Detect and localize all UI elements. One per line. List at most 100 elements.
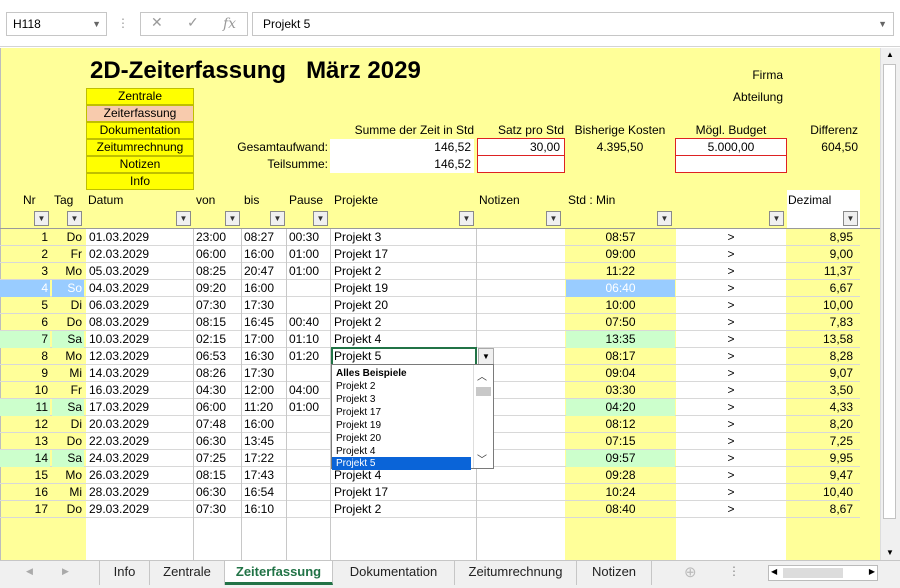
cell-von[interactable]: 02:15 (194, 331, 241, 348)
filter-dropdown-icon[interactable]: ▼ (546, 211, 561, 226)
cell-pause[interactable]: 01:10 (287, 331, 330, 348)
cell-bis[interactable]: 20:47 (242, 263, 286, 280)
cell-datum[interactable]: 04.03.2029 (86, 280, 193, 297)
cell-projekt[interactable]: Projekt 20 (331, 297, 476, 314)
dropdown-item[interactable]: Projekt 20 (336, 432, 472, 445)
tab-info[interactable]: Info (100, 561, 150, 585)
cell-von[interactable]: 07:25 (194, 450, 241, 467)
dropdown-item[interactable]: Projekt 17 (336, 406, 472, 419)
cell-pause[interactable] (287, 484, 330, 501)
cell-von[interactable]: 07:48 (194, 416, 241, 433)
cell-von[interactable]: 06:30 (194, 433, 241, 450)
nav-button-zentrale[interactable]: Zentrale (86, 88, 194, 105)
chevron-up-icon[interactable]: ︿ (477, 368, 487, 383)
tab-dokumentation[interactable]: Dokumentation (333, 561, 455, 585)
cell-bis[interactable]: 17:30 (242, 365, 286, 382)
cell-bis[interactable]: 16:45 (242, 314, 286, 331)
add-sheet-icon[interactable]: ⊕ (684, 563, 697, 581)
more-options-icon[interactable]: ⋮ (117, 16, 129, 30)
cell-datum[interactable]: 05.03.2029 (86, 263, 193, 280)
cell-datum[interactable]: 01.03.2029 (86, 229, 193, 246)
filter-dropdown-icon[interactable]: ▼ (176, 211, 191, 226)
chevron-down-icon[interactable]: ▼ (878, 13, 887, 35)
filter-dropdown-icon[interactable]: ▼ (657, 211, 672, 226)
cell-von[interactable]: 07:30 (194, 501, 241, 518)
cell-pause[interactable] (287, 297, 330, 314)
chevron-down-icon[interactable]: ﹀ (477, 451, 487, 466)
cell-von[interactable]: 07:30 (194, 297, 241, 314)
filter-dropdown-icon[interactable]: ▼ (459, 211, 474, 226)
cell-datum[interactable]: 06.03.2029 (86, 297, 193, 314)
tab-scroll-left-icon[interactable]: ◀ (26, 566, 33, 577)
cell-pause[interactable]: 01:00 (287, 263, 330, 280)
scroll-thumb[interactable] (476, 387, 491, 396)
cell-projekt[interactable]: Projekt 19 (331, 280, 476, 297)
formula-input[interactable]: Projekt 5 ▼ (252, 12, 894, 36)
dropdown-item[interactable]: Alles Beispiele (336, 367, 472, 380)
cell-pause[interactable]: 00:30 (287, 229, 330, 246)
filter-dropdown-icon[interactable]: ▼ (67, 211, 82, 226)
cell-datum[interactable]: 16.03.2029 (86, 382, 193, 399)
cell-datum[interactable]: 12.03.2029 (86, 348, 193, 365)
dropdown-item[interactable]: Projekt 3 (336, 393, 472, 406)
cell-projekt[interactable]: Projekt 17 (331, 484, 476, 501)
cell-pause[interactable]: 00:40 (287, 314, 330, 331)
filter-dropdown-icon[interactable]: ▼ (34, 211, 49, 226)
dropdown-scrollbar[interactable]: ︿ ﹀ (473, 365, 493, 468)
dropdown-item[interactable]: Projekt 2 (336, 380, 472, 393)
scroll-up-icon[interactable]: ▲ (886, 50, 894, 59)
scroll-left-icon[interactable]: ◀ (771, 567, 777, 576)
scroll-right-icon[interactable]: ▶ (869, 567, 875, 576)
cell-pause[interactable]: 01:00 (287, 246, 330, 263)
cell-pause[interactable]: 04:00 (287, 382, 330, 399)
cell-von[interactable]: 08:15 (194, 467, 241, 484)
cell-bis[interactable]: 16:30 (242, 348, 286, 365)
cell-bis[interactable]: 17:30 (242, 297, 286, 314)
more-options-icon[interactable]: ⋮ (728, 564, 740, 578)
tab-scroll-right-icon[interactable]: ▶ (62, 566, 69, 577)
cell-datum[interactable]: 02.03.2029 (86, 246, 193, 263)
cell-pause[interactable] (287, 467, 330, 484)
cell-bis[interactable]: 13:45 (242, 433, 286, 450)
scroll-down-icon[interactable]: ▼ (886, 548, 894, 557)
cell-bis[interactable]: 11:20 (242, 399, 286, 416)
dropdown-item-selected[interactable]: Projekt 5 (332, 457, 471, 470)
cell-projekt[interactable]: Projekt 17 (331, 246, 476, 263)
name-box[interactable]: H118 ▼ (6, 12, 107, 36)
cell-von[interactable]: 08:25 (194, 263, 241, 280)
cell-pause[interactable]: 01:20 (287, 348, 330, 365)
filter-dropdown-icon[interactable]: ▼ (843, 211, 858, 226)
cell-projekt[interactable]: Projekt 4 (331, 331, 476, 348)
cell-bis[interactable]: 16:00 (242, 416, 286, 433)
cell-projekt[interactable]: Projekt 2 (331, 314, 476, 331)
cell-bis[interactable]: 17:43 (242, 467, 286, 484)
cell-projekt[interactable]: Projekt 2 (331, 263, 476, 280)
cell-pause[interactable] (287, 501, 330, 518)
cell-pause[interactable]: 01:00 (287, 399, 330, 416)
cell-dropdown-button[interactable]: ▼ (478, 348, 494, 365)
horizontal-scrollbar[interactable]: ◀ ▶ (768, 565, 878, 581)
cell-datum[interactable]: 29.03.2029 (86, 501, 193, 518)
cell-von[interactable]: 09:20 (194, 280, 241, 297)
enter-icon[interactable]: ✓ (187, 14, 199, 31)
cell-pause[interactable] (287, 365, 330, 382)
cell-von[interactable]: 06:00 (194, 246, 241, 263)
cell-datum[interactable]: 17.03.2029 (86, 399, 193, 416)
cell-von[interactable]: 06:00 (194, 399, 241, 416)
cell-bis[interactable]: 16:00 (242, 280, 286, 297)
cell-datum[interactable]: 26.03.2029 (86, 467, 193, 484)
insert-function-icon[interactable]: fx (223, 16, 236, 32)
cell-bis[interactable]: 12:00 (242, 382, 286, 399)
filter-dropdown-icon[interactable]: ▼ (270, 211, 285, 226)
cell-bis[interactable]: 17:00 (242, 331, 286, 348)
cell-pause[interactable] (287, 280, 330, 297)
cell-bis[interactable]: 16:54 (242, 484, 286, 501)
filter-dropdown-icon[interactable]: ▼ (769, 211, 784, 226)
cell-datum[interactable]: 14.03.2029 (86, 365, 193, 382)
horizontal-scroll-thumb[interactable] (783, 568, 843, 578)
tab-zeitumrechnung[interactable]: Zeitumrechnung (455, 561, 577, 585)
cell-von[interactable]: 04:30 (194, 382, 241, 399)
tab-zentrale[interactable]: Zentrale (150, 561, 225, 585)
cell-von[interactable]: 06:30 (194, 484, 241, 501)
cell-pause[interactable] (287, 450, 330, 467)
